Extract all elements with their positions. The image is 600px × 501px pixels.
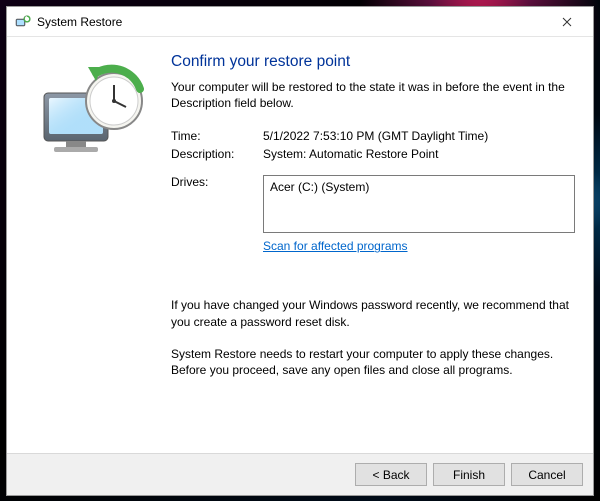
cancel-button[interactable]: Cancel <box>511 463 583 486</box>
content-area: Confirm your restore point Your computer… <box>7 37 593 453</box>
password-note: If you have changed your Windows passwor… <box>171 297 575 329</box>
wizard-footer: < Back Finish Cancel <box>7 453 593 495</box>
scan-affected-programs-link[interactable]: Scan for affected programs <box>263 239 575 253</box>
window-title: System Restore <box>37 15 545 29</box>
finish-button[interactable]: Finish <box>433 463 505 486</box>
system-restore-icon <box>15 14 31 30</box>
close-button[interactable] <box>545 8 589 36</box>
restore-illustration <box>36 59 156 169</box>
page-subtext: Your computer will be restored to the st… <box>171 79 575 111</box>
restore-info: Time: 5/1/2022 7:53:10 PM (GMT Daylight … <box>171 129 575 161</box>
drives-list[interactable]: Acer (C:) (System) <box>263 175 575 233</box>
titlebar: System Restore <box>7 7 593 37</box>
description-value: System: Automatic Restore Point <box>263 147 575 161</box>
close-icon <box>562 17 572 27</box>
scan-link-row: Scan for affected programs <box>171 239 575 253</box>
restart-note: System Restore needs to restart your com… <box>171 346 575 378</box>
main-column: Confirm your restore point Your computer… <box>171 51 575 447</box>
page-heading: Confirm your restore point <box>171 53 575 71</box>
time-label: Time: <box>171 129 263 143</box>
drives-row: Drives: Acer (C:) (System) <box>171 175 575 233</box>
illustration-column <box>21 51 171 447</box>
time-value: 5/1/2022 7:53:10 PM (GMT Daylight Time) <box>263 129 575 143</box>
drive-item: Acer (C:) (System) <box>270 180 568 194</box>
back-button[interactable]: < Back <box>355 463 427 486</box>
description-label: Description: <box>171 147 263 161</box>
system-restore-window: System Restore <box>6 6 594 496</box>
window-controls <box>545 8 589 36</box>
drives-label: Drives: <box>171 175 263 189</box>
